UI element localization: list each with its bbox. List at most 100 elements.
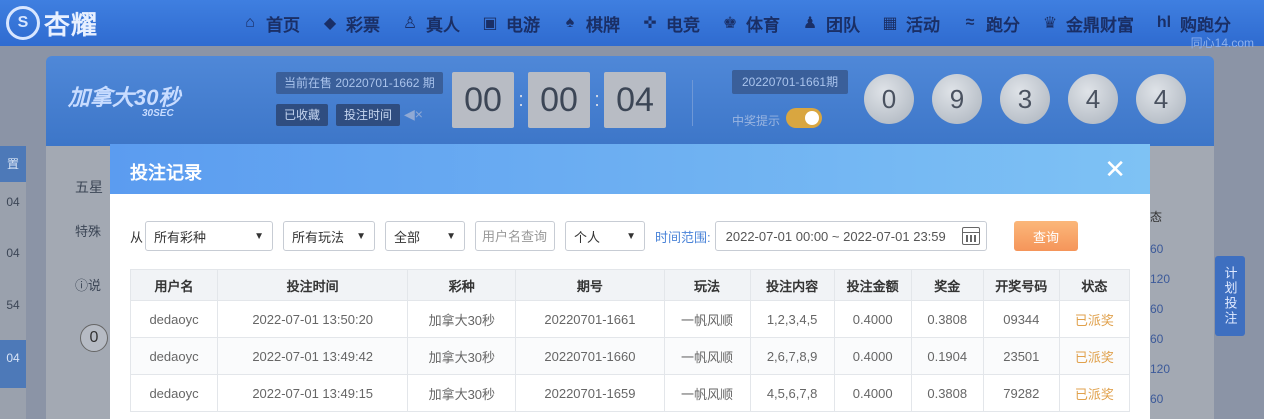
table-row[interactable]: dedaoyc 2022-07-01 13:50:20 加拿大30秒 20220701… bbox=[129, 300, 1131, 338]
table-cell: 0.1904 bbox=[910, 337, 984, 375]
top-nav: S 杏耀 ⌂ 首页 ◆ 彩票 ♙ 真人 ▣ 电游 ♠ 棋牌 ✜ 电竞 ♚ 体育 ♟ 团队 ▦ 活动 ≈ 跑分 ♛ 金鼎财富… bbox=[0, 0, 1264, 50]
live-dealer-icon: ♙ bbox=[402, 15, 418, 32]
nav-item-2[interactable]: ♙ 真人 bbox=[400, 11, 460, 36]
table-cell: dedaoyc bbox=[129, 337, 219, 375]
nav-item-label: 棋牌 bbox=[586, 15, 620, 35]
speaker-muted-icon[interactable]: ◀× bbox=[404, 106, 423, 123]
nav-item-label: 真人 bbox=[426, 15, 460, 35]
nav-item-9[interactable]: ≈ 跑分 bbox=[960, 11, 1020, 36]
column-header: 投注金额 bbox=[833, 269, 912, 301]
digit-circle[interactable]: 0 bbox=[80, 324, 108, 352]
current-issue: 当前在售 20220701-1662 期 bbox=[276, 72, 443, 94]
timer-seconds: 04 bbox=[604, 72, 666, 128]
filter-bar: 从 所有彩种 ▼ 所有玩法 ▼ 全部 ▼ 个人 ▼ 时间范围: 2022-07-… bbox=[130, 221, 987, 251]
column-header: 用户名 bbox=[129, 269, 219, 301]
tab-special[interactable]: 特殊 bbox=[75, 221, 101, 240]
lottery-header: 加拿大30秒 30SEC 当前在售 20220701-1662 期 已收藏 投注… bbox=[46, 56, 1214, 146]
chevron-down-icon: ▼ bbox=[626, 230, 637, 242]
date-range-input[interactable]: 2022-07-01 00:00 ~ 2022-07-01 23:59 bbox=[714, 221, 987, 251]
result-ball: 4 bbox=[1136, 74, 1186, 124]
tab-five-star[interactable]: 五星 bbox=[75, 177, 103, 197]
favorited-button[interactable]: 已收藏 bbox=[276, 104, 329, 126]
query-button[interactable]: 查询 bbox=[1014, 221, 1078, 251]
nav-item-1[interactable]: ◆ 彩票 bbox=[320, 11, 380, 36]
timer-separator: : bbox=[518, 88, 524, 111]
column-header: 投注内容 bbox=[749, 269, 835, 301]
right-col-value: 120 bbox=[1150, 362, 1171, 376]
nav-item-label: 活动 bbox=[906, 15, 940, 35]
table-cell: 20220701-1659 bbox=[515, 374, 665, 412]
timer-separator: : bbox=[594, 88, 600, 111]
scope-select[interactable]: 个人 ▼ bbox=[565, 221, 646, 251]
right-col-value: 60 bbox=[1150, 392, 1164, 406]
nav-item-label: 金鼎财富 bbox=[1066, 15, 1134, 35]
plan-bet-button[interactable]: 计划投注 bbox=[1215, 256, 1245, 336]
table-header-row: 用户名 投注时间 彩种 期号 玩法 投注内容 投注金额 奖金 开奖号码 状态 bbox=[129, 269, 1131, 301]
gamepad-icon: ✜ bbox=[643, 15, 657, 32]
nav-item-label: 彩票 bbox=[346, 15, 380, 35]
chevron-down-icon: ▼ bbox=[356, 230, 367, 242]
nav-item-4[interactable]: ♠ 棋牌 bbox=[560, 11, 620, 36]
left-tab-item: 04 bbox=[6, 246, 20, 260]
explain-link[interactable]: ⓘ说 bbox=[75, 275, 101, 294]
nav-item-label: 电游 bbox=[506, 15, 540, 35]
timer-hours: 00 bbox=[452, 72, 514, 128]
nav-item-7[interactable]: ♟ 团队 bbox=[800, 11, 860, 36]
table-row[interactable]: dedaoyc 2022-07-01 13:49:15 加拿大30秒 20220701… bbox=[129, 374, 1131, 412]
column-header: 奖金 bbox=[910, 269, 984, 301]
table-cell: 1,2,3,4,5 bbox=[749, 300, 835, 338]
nav-item-10[interactable]: ♛ 金鼎财富 bbox=[1040, 11, 1134, 36]
date-range-value: 2022-07-01 00:00 ~ 2022-07-01 23:59 bbox=[725, 228, 946, 244]
nav-item-label: 首页 bbox=[266, 15, 300, 35]
table-cell: dedaoyc bbox=[129, 300, 219, 338]
table-cell: 09344 bbox=[982, 300, 1060, 338]
result-ball: 4 bbox=[1068, 74, 1118, 124]
logo-text: 杏耀 bbox=[44, 9, 99, 40]
right-col-value: 60 bbox=[1150, 242, 1164, 256]
nav-item-11[interactable]: hl 购跑分 bbox=[1154, 11, 1231, 36]
nav-item-0[interactable]: ⌂ 首页 bbox=[240, 11, 300, 36]
table-cell: 2,6,7,8,9 bbox=[749, 337, 835, 375]
nav-item-5[interactable]: ✜ 电竞 bbox=[640, 11, 700, 36]
brand-logo[interactable]: S 杏耀 bbox=[6, 6, 98, 40]
left-tab-settings[interactable]: 置 bbox=[0, 146, 26, 182]
chevron-down-icon: ▼ bbox=[446, 230, 457, 242]
chevron-down-icon: ▼ bbox=[254, 230, 265, 242]
calendar-icon[interactable] bbox=[961, 227, 980, 245]
play-select[interactable]: 所有玩法 ▼ bbox=[283, 221, 376, 251]
win-notify-toggle[interactable] bbox=[786, 108, 822, 128]
explain-label: 说 bbox=[88, 278, 102, 293]
left-tab-item-active[interactable]: 04 bbox=[0, 340, 26, 388]
table-row[interactable]: dedaoyc 2022-07-01 13:49:42 加拿大30秒 20220701… bbox=[129, 337, 1131, 375]
lottery-select-value: 所有彩种 bbox=[154, 229, 207, 245]
home-icon: ⌂ bbox=[245, 14, 255, 31]
close-icon[interactable]: ✕ bbox=[1104, 154, 1126, 185]
status-select[interactable]: 全部 ▼ bbox=[385, 221, 466, 251]
nav-item-8[interactable]: ▦ 活动 bbox=[880, 11, 940, 36]
table-cell: 20220701-1661 bbox=[515, 300, 665, 338]
table-cell: 20220701-1660 bbox=[515, 337, 665, 375]
nav-item-3[interactable]: ▣ 电游 bbox=[480, 11, 540, 36]
username-search-input[interactable] bbox=[475, 221, 556, 251]
column-header: 期号 bbox=[515, 269, 665, 301]
timer-minutes: 00 bbox=[528, 72, 590, 128]
watermark: 同心14.com bbox=[1190, 36, 1254, 50]
table-cell: 23501 bbox=[982, 337, 1060, 375]
status-cell: 已派奖 bbox=[1058, 337, 1131, 375]
wealth-icon: ♛ bbox=[1042, 15, 1058, 32]
bet-time-button[interactable]: 投注时间 bbox=[336, 104, 401, 126]
nav-item-label: 电竞 bbox=[666, 15, 700, 35]
time-range-label: 时间范围: bbox=[655, 229, 711, 245]
modal-title: 投注记录 bbox=[130, 163, 202, 183]
table-body: dedaoyc 2022-07-01 13:50:20 加拿大30秒 20220701… bbox=[129, 300, 1131, 412]
from-label: 从 bbox=[130, 229, 144, 245]
lottery-select[interactable]: 所有彩种 ▼ bbox=[145, 221, 274, 251]
status-cell: 已派奖 bbox=[1058, 374, 1131, 412]
nav-item-6[interactable]: ♚ 体育 bbox=[720, 11, 780, 36]
game-logo-sub: 30SEC bbox=[142, 108, 174, 119]
right-col-value: 60 bbox=[1150, 302, 1164, 316]
column-header: 状态 bbox=[1058, 269, 1131, 301]
last-issue: 20220701-1661期 bbox=[732, 70, 849, 94]
status-col-header: 态 bbox=[1150, 210, 1163, 224]
table-cell: 0.3808 bbox=[910, 300, 984, 338]
